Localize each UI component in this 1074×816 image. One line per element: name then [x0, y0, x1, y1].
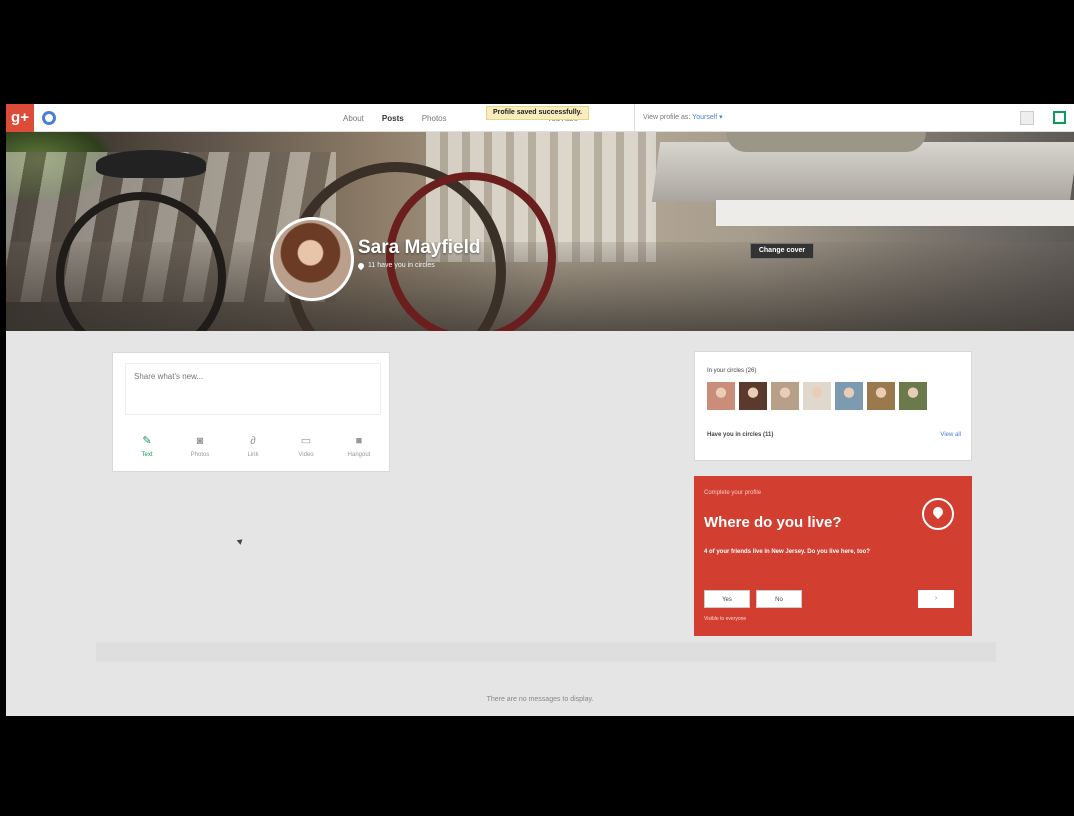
- hangout-icon: ■: [355, 435, 363, 447]
- view-profile-as: View profile as: Yourself ▾: [634, 104, 723, 132]
- in-your-circles-title[interactable]: In your circles (26): [707, 368, 756, 374]
- change-cover-button[interactable]: Change cover: [750, 243, 814, 259]
- circle-member-avatar[interactable]: [739, 382, 767, 410]
- circle-avatars: [707, 382, 927, 410]
- share-text-button[interactable]: ✎ Text: [123, 435, 171, 458]
- share-action-label: Photos: [190, 452, 210, 458]
- video-letterbox-top: [0, 0, 1074, 104]
- google-plus-logo-icon[interactable]: g+: [6, 104, 34, 132]
- where-description: 4 of your friends live in New Jersey. Do…: [704, 549, 870, 555]
- link-icon: ∂: [250, 435, 256, 447]
- cover-bike-seat: [96, 150, 206, 178]
- share-action-label: Video: [298, 452, 314, 458]
- mouse-cursor-icon: [236, 537, 245, 545]
- profile-avatar[interactable]: [270, 217, 354, 301]
- tab-about[interactable]: About: [343, 114, 364, 123]
- profile-subline: 11 have you in circles: [356, 261, 435, 270]
- circle-member-avatar[interactable]: [867, 382, 895, 410]
- saved-toast: Profile saved successfully.: [486, 106, 589, 120]
- view-as-dropdown[interactable]: Yourself ▾: [692, 114, 723, 121]
- cover-cushion: [726, 132, 926, 152]
- share-action-label: Text: [141, 452, 153, 458]
- circle-member-avatar[interactable]: [835, 382, 863, 410]
- share-hangout-button[interactable]: ■ Hangout: [335, 435, 383, 458]
- location-icon: [922, 498, 954, 530]
- have-you-in-circles[interactable]: Have you in circles (11): [707, 432, 773, 438]
- complete-profile-title: Complete your profile: [704, 490, 762, 496]
- share-action-label: Link: [247, 452, 259, 458]
- share-icon[interactable]: [1053, 111, 1066, 124]
- view-as-label: View profile as:: [643, 114, 691, 121]
- top-bar: g+ About Posts Photos YouTube Profile sa…: [6, 104, 1074, 132]
- circle-member-avatar[interactable]: [707, 382, 735, 410]
- where-do-you-live-heading: Where do you live?: [704, 514, 842, 531]
- share-input[interactable]: Share what's new...: [125, 363, 381, 415]
- visibility-note: Visible to everyone: [704, 616, 747, 622]
- circle-member-avatar[interactable]: [803, 382, 831, 410]
- yes-button[interactable]: Yes: [704, 590, 750, 608]
- video-icon: ▭: [300, 435, 312, 447]
- stream-divider: [96, 642, 996, 662]
- complete-profile-card: Complete your profile Where do you live?…: [694, 476, 972, 636]
- share-actions: ✎ Text ◙ Photos ∂ Link ▭ Video ■ Hangout: [123, 435, 383, 458]
- cover-photo: [6, 132, 1074, 331]
- notifications-button[interactable]: [1020, 111, 1034, 125]
- home-icon[interactable]: [42, 111, 56, 125]
- cover-bench-base: [716, 200, 1074, 226]
- share-photos-button[interactable]: ◙ Photos: [176, 435, 224, 458]
- no-button[interactable]: No: [756, 590, 802, 608]
- camera-icon: ◙: [196, 435, 204, 447]
- have-you-row: Have you in circles (11) View all: [707, 432, 961, 438]
- pencil-icon: ✎: [142, 435, 152, 447]
- empty-stream-message: There are no messages to display.: [486, 696, 594, 703]
- location-pin-icon: [356, 261, 366, 270]
- video-letterbox-bottom: [0, 716, 1074, 816]
- view-all-link[interactable]: View all: [940, 432, 961, 438]
- share-video-button[interactable]: ▭ Video: [282, 435, 330, 458]
- share-link-button[interactable]: ∂ Link: [229, 435, 277, 458]
- tab-posts[interactable]: Posts: [382, 114, 404, 123]
- share-box: Share what's new... ✎ Text ◙ Photos ∂ Li…: [112, 352, 390, 472]
- profile-name: Sara Mayfield: [358, 237, 481, 258]
- google-plus-profile-page: g+ About Posts Photos YouTube Profile sa…: [6, 104, 1074, 716]
- tab-photos[interactable]: Photos: [422, 114, 447, 123]
- circle-member-avatar[interactable]: [771, 382, 799, 410]
- circle-member-avatar[interactable]: [899, 382, 927, 410]
- share-action-label: Hangout: [347, 452, 371, 458]
- circles-card: In your circles (26) Have you in circles…: [694, 351, 972, 461]
- profile-subline-text: 11 have you in circles: [368, 262, 435, 269]
- next-button[interactable]: ›: [918, 590, 954, 608]
